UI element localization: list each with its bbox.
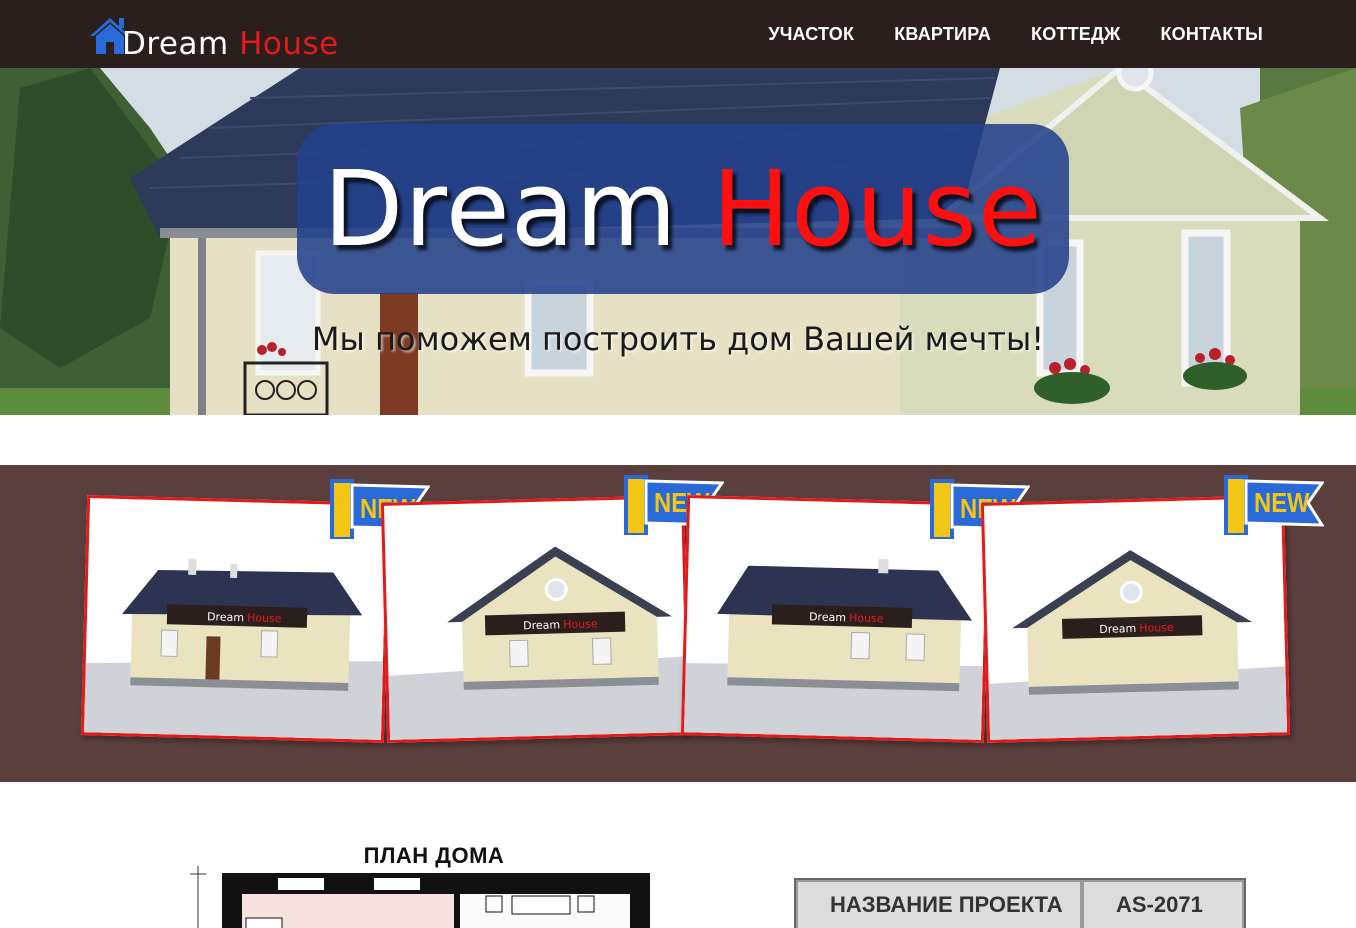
card-sign-house: House <box>1139 621 1174 635</box>
top-navbar: Dream House УЧАСТОК КВАРТИРА КОТТЕДЖ КОН… <box>0 0 1356 68</box>
spec-label: НАЗВАНИЕ ПРОЕКТА <box>796 880 1082 928</box>
new-projects-gallery: Dream House NEW Dream House <box>0 465 1356 782</box>
main-menu: УЧАСТОК КВАРТИРА КОТТЕДЖ КОНТАКТЫ <box>768 0 1263 68</box>
card-sign-dream: Dream <box>523 618 560 632</box>
card-sign-dream: Dream <box>207 610 244 624</box>
hero-title-house: House <box>711 148 1043 270</box>
card-sign-house: House <box>563 617 598 631</box>
hero-title-box: Dream House <box>297 124 1069 294</box>
card-sign-dream: Dream <box>1099 622 1136 636</box>
hero-title-dream: Dream <box>323 148 678 270</box>
hero-banner: Dream House Мы поможем построить дом Ваш… <box>0 68 1356 415</box>
card-sign-house: House <box>849 611 884 625</box>
site-logo[interactable]: Dream House <box>88 10 338 64</box>
menu-item-plot[interactable]: УЧАСТОК <box>768 24 854 45</box>
floor-plan-image[interactable] <box>190 866 660 928</box>
project-spec-table: НАЗВАНИЕ ПРОЕКТА AS-2071 <box>794 878 1246 928</box>
card-sign-dream: Dream <box>809 610 846 624</box>
logo-word-house: House <box>239 26 339 62</box>
logo-word-dream: Dream <box>122 26 229 62</box>
table-row: НАЗВАНИЕ ПРОЕКТА AS-2071 <box>796 880 1244 928</box>
hero-subtitle: Мы поможем построить дом Вашей мечты! <box>311 320 1045 358</box>
menu-item-apartment[interactable]: КВАРТИРА <box>894 24 991 45</box>
hero-title: Dream House <box>323 157 1043 261</box>
logo-text: Dream House <box>122 26 339 62</box>
new-badge-label: NEW <box>1254 487 1310 518</box>
menu-item-cottage[interactable]: КОТТЕДЖ <box>1031 24 1120 45</box>
menu-item-contacts[interactable]: КОНТАКТЫ <box>1161 24 1264 45</box>
spec-value: AS-2071 <box>1082 880 1244 928</box>
card-sign-house: House <box>247 611 282 625</box>
